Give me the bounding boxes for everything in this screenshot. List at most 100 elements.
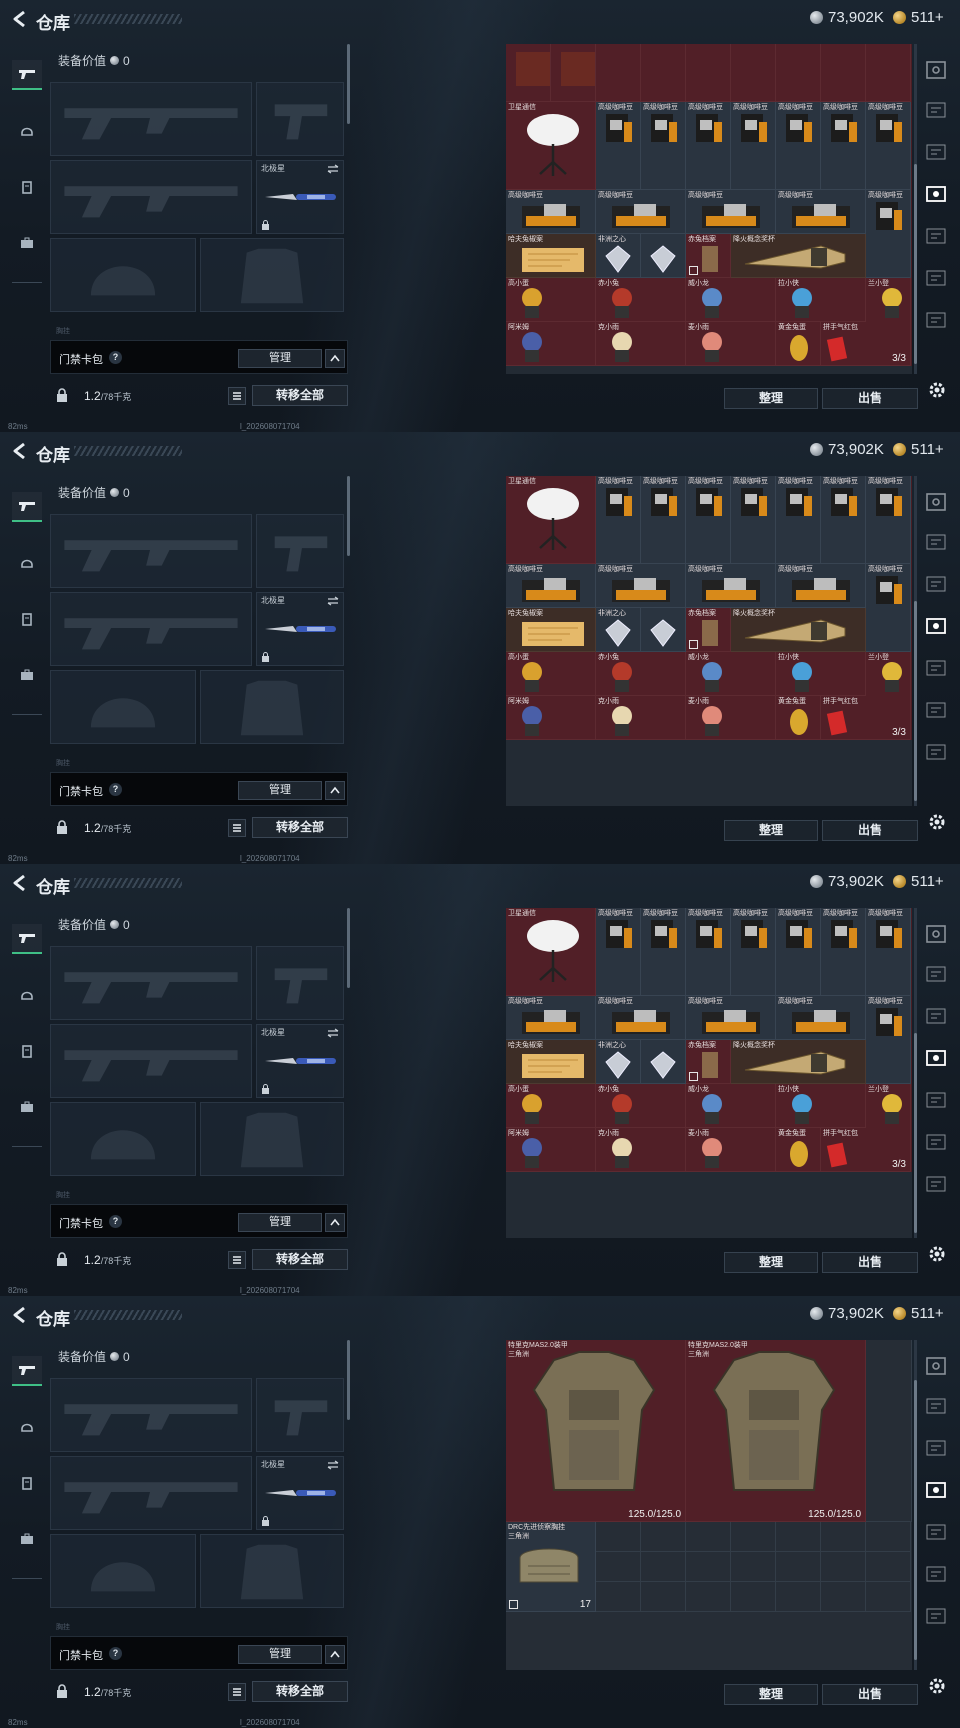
back-arrow-icon[interactable] [10,9,30,29]
sell-button[interactable]: 出售 [822,820,918,841]
inventory-item[interactable]: 高级咖啡豆 [776,564,866,608]
inventory-item[interactable]: 高级咖啡豆 [776,908,821,996]
gold-balance[interactable]: 511+ [893,9,944,26]
manage-button[interactable]: 管理 [238,781,322,800]
inventory-item[interactable]: 高级咖啡豆 [506,190,596,234]
inventory-item[interactable]: 高级咖啡豆 [596,908,641,996]
inventory-item[interactable] [596,1552,641,1582]
inventory-item[interactable] [821,1522,866,1552]
secondary-weapon-slot[interactable] [50,160,252,234]
primary-weapon-slot[interactable] [50,514,252,588]
inventory-item[interactable] [641,1040,686,1084]
inventory-item[interactable] [641,44,686,102]
storage-5-icon[interactable] [925,1564,947,1584]
nav-backpack[interactable] [12,1092,42,1122]
inventory-item[interactable]: 拉小侠 [776,652,866,696]
silver-balance[interactable]: 73,902K [810,1305,884,1322]
inventory-item[interactable]: 克小雨 [596,322,686,366]
melee-slot[interactable]: 北极星 [256,1456,344,1530]
melee-slot[interactable]: 北极星 [256,160,344,234]
pistol-slot[interactable] [256,82,344,156]
inventory-item[interactable]: 哈夫兔椒案 [506,608,596,652]
nav-rig[interactable] [12,1036,42,1066]
inventory-item[interactable]: 威小龙 [686,652,776,696]
scroll-thumb[interactable] [914,164,917,364]
inventory-item[interactable] [641,1582,686,1612]
list-view-button[interactable] [228,387,246,405]
inventory-item[interactable]: 非洲之心 [596,234,641,278]
storage-4-icon[interactable] [925,1090,947,1110]
safe-box-icon[interactable] [925,60,947,80]
inventory-item[interactable]: 降火概念奖杯 [731,1040,866,1084]
inventory-item[interactable]: 非洲之心 [596,608,641,652]
manage-button[interactable]: 管理 [238,1645,322,1664]
storage-1-icon[interactable] [925,1396,947,1416]
nav-rig[interactable] [12,604,42,634]
inventory-item[interactable]: 降火概念奖杯 [731,608,866,652]
inventory-item[interactable]: 特里克MAS2.0装甲 三角洲 125.0/125.0 [506,1340,686,1522]
inventory-item[interactable] [596,1522,641,1552]
inventory-item[interactable] [686,44,731,102]
inventory-scrollbar[interactable] [914,1340,917,1670]
inventory-item[interactable] [866,1582,911,1612]
pistol-slot[interactable] [256,946,344,1020]
inventory-item[interactable]: 高级咖啡豆 [641,908,686,996]
inventory-item[interactable]: 高级咖啡豆 [731,476,776,564]
transfer-all-button[interactable]: 转移全部 [252,817,348,838]
inventory-item[interactable]: 高级咖啡豆 [686,102,731,190]
list-view-button[interactable] [228,819,246,837]
storage-5-icon[interactable] [925,268,947,288]
inventory-item[interactable]: 高级咖啡豆 [776,102,821,190]
inventory-item[interactable]: 赤兔档案 [686,234,731,278]
inventory-item[interactable]: 拼手气红包 3/3 [821,1128,911,1172]
inventory-item[interactable]: 高级咖啡豆 [506,564,596,608]
inventory-item[interactable] [776,1582,821,1612]
inventory-item[interactable]: 哈夫兔椒案 [506,1040,596,1084]
nav-weapons[interactable] [12,60,42,90]
transfer-all-button[interactable]: 转移全部 [252,1681,348,1702]
secondary-weapon-slot[interactable] [50,592,252,666]
manage-button[interactable]: 管理 [238,349,322,368]
equipment-scrollbar[interactable] [347,44,350,124]
storage-6-icon[interactable] [925,742,947,762]
inventory-item[interactable]: 麦小雨 [686,322,776,366]
swap-icon[interactable] [327,164,339,174]
nav-armor[interactable] [12,980,42,1010]
inventory-item[interactable] [776,1552,821,1582]
inventory-item[interactable]: 克小雨 [596,1128,686,1172]
inventory-item[interactable]: 非洲之心 [596,1040,641,1084]
inventory-item[interactable]: 高级咖啡豆 [731,102,776,190]
inventory-scrollbar[interactable] [914,908,917,1238]
inventory-item[interactable] [551,44,596,102]
inventory-item[interactable] [641,1552,686,1582]
inventory-item[interactable]: 高级咖啡豆 [866,908,911,996]
nav-weapons[interactable] [12,492,42,522]
inventory-item[interactable]: 拉小侠 [776,278,866,322]
manage-button[interactable]: 管理 [238,1213,322,1232]
transfer-all-button[interactable]: 转移全部 [252,385,348,406]
gold-balance[interactable]: 511+ [893,1305,944,1322]
inventory-item[interactable]: 黄金兔蛋 [776,696,821,740]
gear-icon[interactable] [927,1244,947,1264]
inventory-item[interactable]: 阿米姆 [506,322,596,366]
gear-icon[interactable] [927,380,947,400]
nav-armor[interactable] [12,116,42,146]
scroll-thumb[interactable] [914,601,917,801]
inventory-item[interactable] [731,1552,776,1582]
help-icon[interactable]: ? [109,1647,122,1660]
nav-weapons[interactable] [12,924,42,954]
nav-armor[interactable] [12,1412,42,1442]
inventory-item[interactable] [866,44,911,102]
storage-1-icon[interactable] [925,964,947,984]
body-armor-slot[interactable] [200,1102,344,1176]
gold-balance[interactable]: 511+ [893,441,944,458]
inventory-item[interactable] [596,44,641,102]
nav-backpack[interactable] [12,1524,42,1554]
inventory-item[interactable] [866,1552,911,1582]
body-armor-slot[interactable] [200,1534,344,1608]
safe-box-icon[interactable] [925,1356,947,1376]
back-arrow-icon[interactable] [10,873,30,893]
inventory-item[interactable] [731,1582,776,1612]
inventory-item[interactable] [686,1552,731,1582]
secondary-weapon-slot[interactable] [50,1024,252,1098]
